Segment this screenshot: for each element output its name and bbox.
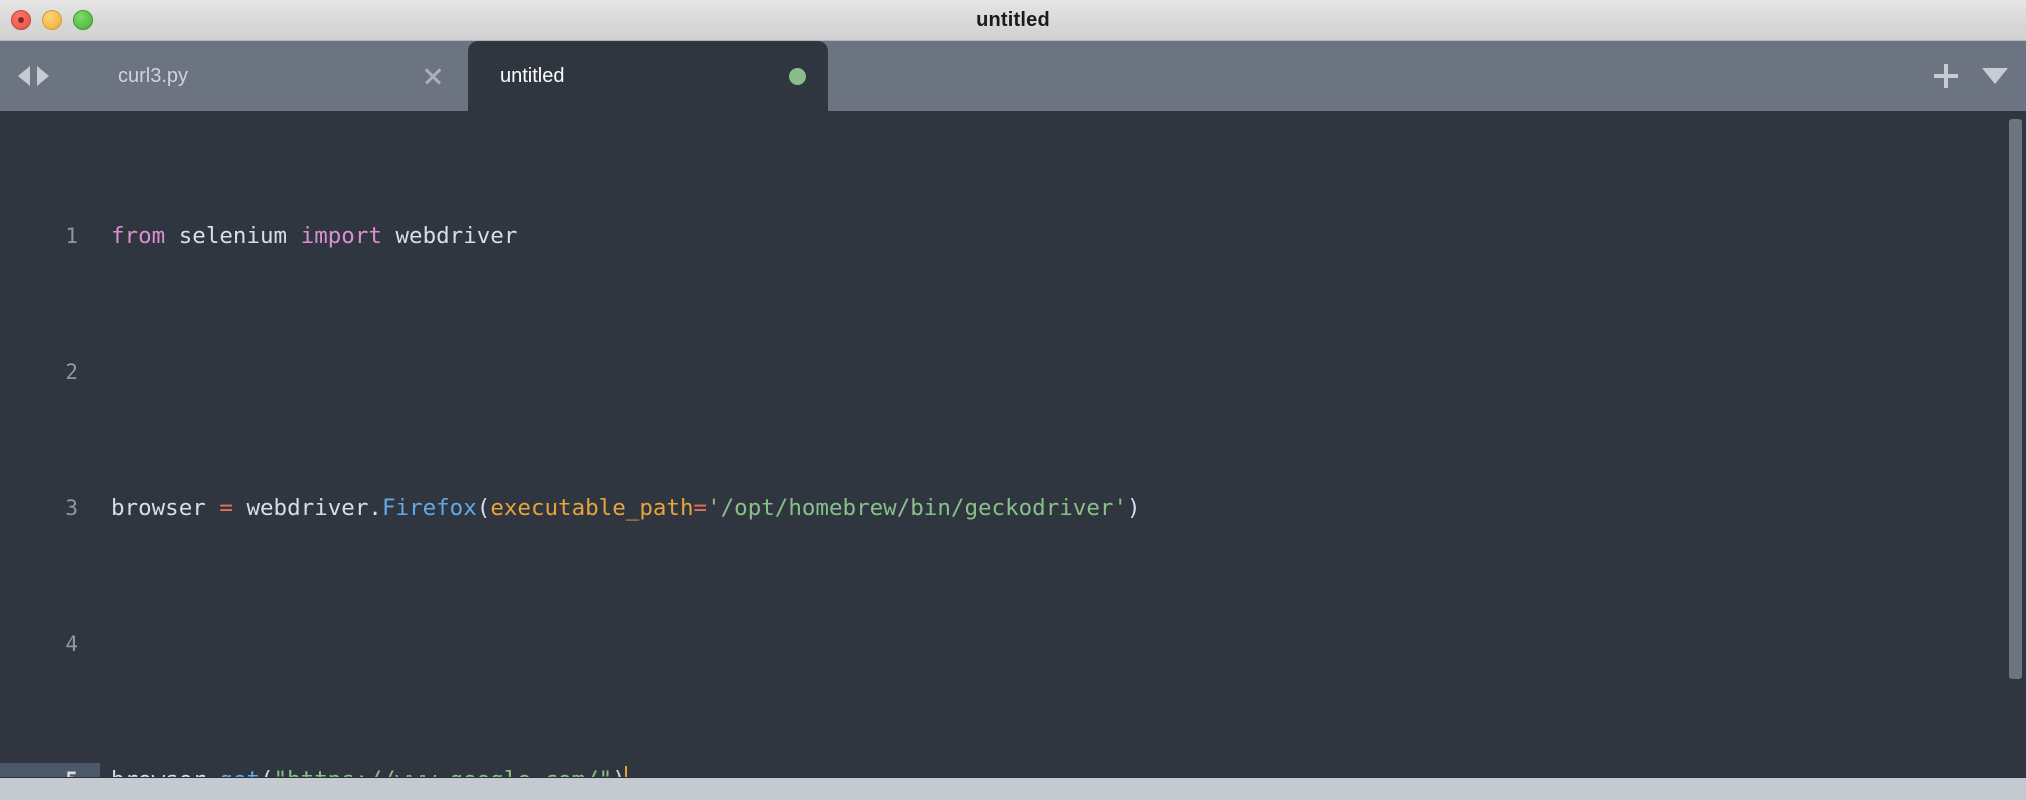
line-number: 3: [65, 496, 78, 520]
maximize-window-button[interactable]: [73, 10, 93, 30]
code-line-active[interactable]: 5 browser.get("https://www.google.com/"): [0, 763, 2026, 777]
code-line[interactable]: 4: [0, 627, 2026, 661]
line-content[interactable]: [100, 627, 2026, 661]
code-token: =: [219, 495, 233, 521]
code-token: .: [206, 767, 220, 777]
title-bar: untitled: [0, 0, 2026, 41]
close-icon[interactable]: [420, 63, 446, 89]
code-token: browser: [111, 495, 220, 521]
code-token: import: [300, 223, 396, 249]
code-token: Firefox: [381, 495, 477, 521]
tab-curl3-py[interactable]: curl3.py: [88, 41, 468, 111]
close-window-button[interactable]: [11, 10, 31, 30]
line-content[interactable]: [100, 355, 2026, 389]
triangle-left-icon[interactable]: [18, 66, 30, 86]
window-title: untitled: [976, 8, 1050, 31]
vertical-scrollbar[interactable]: [2004, 111, 2026, 777]
code-token: ): [612, 767, 626, 777]
vertical-scrollbar-thumb[interactable]: [2009, 119, 2022, 679]
editor-window: untitled curl3.py untitled 1 from seleni…: [0, 0, 2026, 800]
code-token: '/opt/homebrew/bin/geckodriver': [707, 495, 1127, 521]
tab-list: curl3.py untitled: [88, 41, 828, 111]
tab-bar: curl3.py untitled: [0, 41, 2026, 111]
line-content[interactable]: from selenium import webdriver: [100, 219, 2026, 253]
code-line[interactable]: 3 browser = webdriver.Firefox(executable…: [0, 491, 2026, 525]
line-number: 1: [65, 224, 78, 248]
code-editor[interactable]: 1 from selenium import webdriver 2 3 bro…: [0, 111, 2026, 777]
line-content[interactable]: browser = webdriver.Firefox(executable_p…: [100, 491, 2026, 525]
code-token: webdriver: [232, 495, 369, 521]
minimize-window-button[interactable]: [42, 10, 62, 30]
triangle-right-icon[interactable]: [37, 66, 49, 86]
code-token: (: [476, 495, 491, 521]
code-token: browser: [111, 767, 206, 777]
code-line[interactable]: 2: [0, 355, 2026, 389]
caret-down-icon[interactable]: [1982, 68, 2008, 84]
code-area[interactable]: 1 from selenium import webdriver 2 3 bro…: [0, 111, 2026, 777]
text-cursor: [624, 766, 627, 777]
code-token: =: [693, 495, 708, 521]
traffic-light-controls: [11, 0, 93, 40]
tab-bar-actions: [1934, 41, 2008, 111]
line-number: 2: [65, 360, 78, 384]
unsaved-changes-dot-icon: [789, 67, 806, 85]
line-number: 5: [0, 763, 100, 777]
code-token: ): [1127, 495, 1141, 521]
tab-label: untitled: [500, 64, 565, 87]
horizontal-scrollbar[interactable]: [0, 777, 2026, 800]
code-token: "https://www.google.com/": [274, 767, 613, 777]
matching-bracket: (: [260, 767, 274, 777]
tab-untitled[interactable]: untitled: [468, 41, 828, 111]
line-number: 4: [65, 632, 78, 656]
code-line[interactable]: 1 from selenium import webdriver: [0, 219, 2026, 253]
code-token: webdriver: [395, 223, 518, 249]
code-token: .: [368, 495, 382, 521]
tab-label: curl3.py: [118, 64, 189, 87]
code-token: selenium: [178, 223, 301, 249]
line-content[interactable]: browser.get("https://www.google.com/"): [100, 763, 2026, 777]
code-token: executable_path: [490, 495, 694, 521]
code-token: get: [219, 767, 260, 777]
plus-icon[interactable]: [1934, 64, 1958, 88]
tab-navigation-arrows: [12, 41, 49, 111]
code-token: from: [111, 223, 179, 249]
